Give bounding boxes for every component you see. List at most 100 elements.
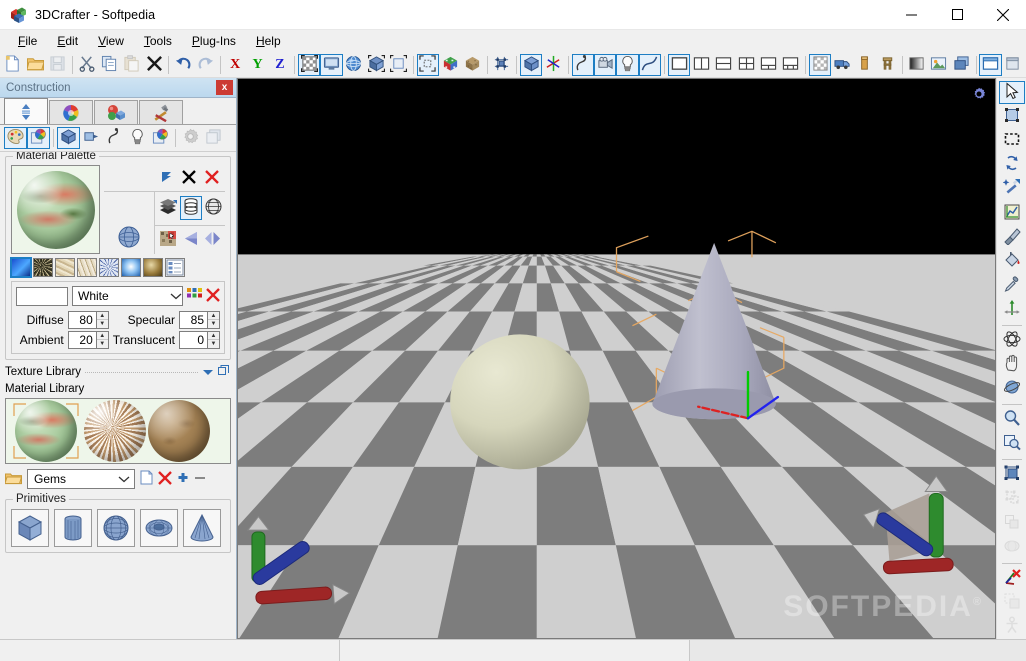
delete-library-icon[interactable]: [158, 471, 172, 488]
primitive-button[interactable]: [57, 127, 80, 149]
plus-icon[interactable]: [177, 472, 189, 487]
tab-tools[interactable]: [139, 100, 183, 124]
spinner-down-icon[interactable]: ▼: [97, 320, 108, 328]
menu-plugins[interactable]: Plug-Ins: [182, 32, 246, 50]
new-file-button[interactable]: [2, 54, 24, 76]
primitive-sphere[interactable]: [97, 509, 135, 547]
material-library-dropdown[interactable]: Gems: [27, 469, 135, 489]
zoom-tool-button[interactable]: [999, 408, 1025, 431]
layout-4-button[interactable]: [735, 54, 757, 76]
flip-left-icon[interactable]: [182, 231, 199, 249]
float-window-icon[interactable]: [218, 365, 229, 379]
material-marble-tan[interactable]: [84, 400, 146, 462]
deform-button[interactable]: [103, 127, 126, 149]
paint-bucket-button[interactable]: [999, 250, 1025, 273]
pan-tool-button[interactable]: [999, 353, 1025, 376]
group-button[interactable]: [999, 463, 1025, 486]
material-palette-button[interactable]: [4, 127, 27, 149]
swatch-list[interactable]: [165, 258, 185, 277]
pointer-tool-button[interactable]: [999, 81, 1025, 104]
spinner-up-icon[interactable]: ▲: [208, 332, 219, 340]
3d-viewport[interactable]: SOFTPEDIA®: [238, 79, 995, 638]
layered-sheets-icon[interactable]: [158, 198, 178, 219]
move-axis-button[interactable]: [999, 298, 1025, 321]
material-preview-sphere[interactable]: [11, 165, 100, 254]
maximize-button[interactable]: [934, 0, 980, 30]
swatch-glow[interactable]: [121, 258, 141, 277]
color-picker-button[interactable]: [27, 127, 50, 149]
render-smooth-button[interactable]: [343, 54, 365, 76]
delete-button[interactable]: [143, 54, 165, 76]
render-outline-button[interactable]: [387, 54, 409, 76]
copy-button[interactable]: [98, 54, 120, 76]
mirror-icon[interactable]: [204, 231, 221, 249]
deform-tool-button[interactable]: [572, 54, 594, 76]
minimize-button[interactable]: [888, 0, 934, 30]
color-name-dropdown[interactable]: White: [72, 286, 183, 306]
texture-library-header[interactable]: Texture Library: [5, 365, 231, 379]
open-file-button[interactable]: [24, 54, 46, 76]
truck-button[interactable]: [831, 54, 853, 76]
spinner-down-icon[interactable]: ▼: [208, 320, 219, 328]
delete-material-icon[interactable]: [205, 170, 219, 187]
ambient-field-spinner[interactable]: ▲▼: [96, 331, 109, 349]
chevron-down-icon[interactable]: [202, 365, 214, 379]
axis-y-button[interactable]: Y: [246, 54, 268, 76]
zoom-region-button[interactable]: [999, 432, 1025, 455]
more-panel-button[interactable]: [1002, 54, 1024, 76]
scene-button[interactable]: [149, 127, 172, 149]
tab-objects[interactable]: [94, 100, 138, 124]
select-mode-button[interactable]: [417, 54, 439, 76]
window-panel-button[interactable]: [979, 54, 1001, 76]
transparency-button[interactable]: [809, 54, 831, 76]
diffuse-field-spinner[interactable]: ▲▼: [96, 311, 109, 329]
texture-cube-button[interactable]: [461, 54, 483, 76]
viewport-settings-gear-icon[interactable]: [972, 87, 986, 101]
spinner-down-icon[interactable]: ▼: [208, 340, 219, 348]
magic-wand-button[interactable]: [999, 177, 1025, 200]
menu-tools[interactable]: Tools: [134, 32, 182, 50]
swatch-grain[interactable]: [77, 258, 97, 277]
diffuse-field[interactable]: 80▲▼: [68, 311, 109, 329]
translucent-field[interactable]: 0▲▼: [179, 331, 220, 349]
spinner-up-icon[interactable]: ▲: [208, 312, 219, 320]
diffuse-field-value[interactable]: 80: [68, 311, 96, 329]
light-tool-button[interactable]: [616, 54, 638, 76]
rotate-tool-button[interactable]: [999, 153, 1025, 176]
menu-edit[interactable]: Edit: [47, 32, 88, 50]
menu-view[interactable]: View: [88, 32, 134, 50]
specular-field-spinner[interactable]: ▲▼: [207, 311, 220, 329]
layout-single-button[interactable]: [668, 54, 690, 76]
axis-gizmo-button[interactable]: [542, 54, 564, 76]
spinner-up-icon[interactable]: ▲: [97, 312, 108, 320]
open-folder-icon[interactable]: [5, 471, 22, 488]
gradient-button[interactable]: [905, 54, 927, 76]
close-button[interactable]: [980, 0, 1026, 30]
eyedropper-button[interactable]: [999, 274, 1025, 297]
tab-move[interactable]: [4, 98, 48, 124]
minus-icon[interactable]: [194, 472, 206, 487]
swatch-solid-blue[interactable]: [11, 258, 31, 277]
remove-material-icon[interactable]: [182, 170, 196, 187]
swatch-marble[interactable]: [55, 258, 75, 277]
path-tool-button[interactable]: [639, 54, 661, 76]
stool-button[interactable]: [876, 54, 898, 76]
layers-button[interactable]: [950, 54, 972, 76]
material-lib-item-0[interactable]: [10, 400, 82, 462]
panel-close-button[interactable]: x: [216, 80, 233, 95]
translucent-field-value[interactable]: 0: [179, 331, 207, 349]
render-solid-button[interactable]: [365, 54, 387, 76]
axis-z-button[interactable]: Z: [269, 54, 291, 76]
light-button[interactable]: [126, 127, 149, 149]
flag-pick-icon[interactable]: [160, 170, 173, 186]
paint-brush-button[interactable]: [999, 226, 1025, 249]
primitive-cone[interactable]: [183, 509, 221, 547]
atom-tool-button[interactable]: [999, 329, 1025, 352]
axis-x-button[interactable]: X: [224, 54, 246, 76]
sphere-map-icon[interactable]: [205, 198, 222, 218]
layout-2h-button[interactable]: [713, 54, 735, 76]
cylinder-map-icon[interactable]: [180, 196, 202, 220]
color-swatch[interactable]: [16, 287, 68, 306]
spinner-up-icon[interactable]: ▲: [97, 332, 108, 340]
wire-globe-icon[interactable]: [104, 192, 154, 254]
